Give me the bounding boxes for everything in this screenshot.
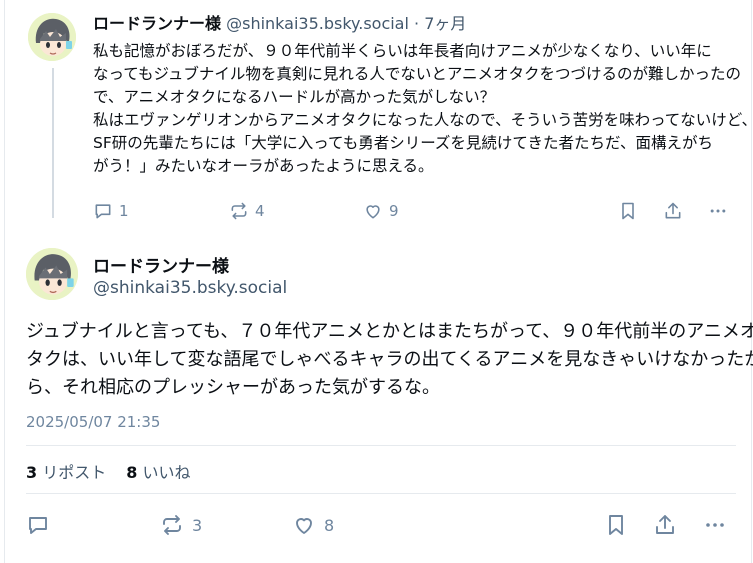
reposts-stat[interactable]: 3 リポスト [26, 459, 106, 483]
post-text-line: ジュブナイルと言っても、７０年代アニメとかとはまたちがって、９０年代前半のアニメ… [26, 321, 753, 342]
share-button[interactable] [663, 201, 683, 221]
avatar-image [26, 248, 78, 300]
likes-label: いいね [142, 463, 191, 482]
reply-icon [29, 517, 47, 534]
post-text-line: 私も記憶がおぼろだが、９０年代前半くらいは年長者向けアニメが少なくなり、いい年に [93, 42, 712, 60]
display-name[interactable]: ロードランナー様 [93, 252, 229, 277]
avatar[interactable] [28, 13, 76, 61]
header-separator: · [408, 14, 425, 33]
left-border [4, 0, 5, 563]
share-icon [656, 515, 674, 534]
reply-icon [95, 204, 111, 219]
like-count: 9 [389, 202, 399, 220]
post-actions: 1 4 9 [93, 201, 399, 221]
post-text-line: SF研の先輩たちには「大学に入っても勇者シリーズを見続けてきた者たちだ、面構えが… [93, 134, 714, 152]
repost-icon [163, 515, 181, 535]
share-icon [665, 202, 681, 219]
repost-count: 4 [255, 202, 265, 220]
reply-button[interactable] [26, 513, 160, 537]
post-text: 私も記憶がおぼろだが、９０年代前半くらいは年長者向けアニメが少なくなり、いい年に… [93, 40, 753, 178]
bookmark-button[interactable] [618, 201, 638, 221]
handle[interactable]: @shinkai35.bsky.social [226, 14, 409, 33]
post-actions: 3 8 [26, 513, 334, 537]
repost-count: 3 [192, 515, 203, 535]
share-button[interactable] [653, 513, 677, 537]
post-text-line: 私はエヴァンゲリオンからアニメオタクになった人なので、そういう苦労を味わってない… [93, 111, 753, 129]
divider [26, 445, 736, 446]
right-border [751, 0, 752, 563]
more-icon [706, 523, 724, 527]
post-text-line: で、アニメオタクになるハードルが高かった気がしない？ [93, 88, 496, 106]
bookmark-icon [622, 202, 634, 220]
heart-icon [296, 518, 312, 534]
post-text: ジュブナイルと言っても、７０年代アニメとかとはまたちがって、９０年代前半のアニメ… [26, 318, 753, 402]
more-button[interactable] [708, 201, 728, 221]
likes-stat[interactable]: 8 いいね [126, 459, 190, 483]
post-stats: 3 リポスト 8 いいね [26, 459, 191, 483]
like-count: 8 [324, 515, 335, 535]
likes-count: 8 [126, 463, 138, 482]
post-text-line: タクは、いい年して変な語尾でしゃべるキャラの出てくるアニメを見なきゃいけなかった… [26, 349, 753, 370]
like-button[interactable]: 9 [363, 201, 399, 221]
post-text-line: ら、それ相応のプレッシャーがあった気がするな。 [26, 377, 440, 398]
more-button[interactable] [703, 513, 727, 537]
post-text-line: がう！」みたいなオーラがあったように思える。 [93, 157, 434, 175]
thread-connector-line [52, 68, 54, 218]
display-name[interactable]: ロードランナー様 [93, 14, 221, 33]
bookmark-button[interactable] [604, 513, 628, 537]
handle[interactable]: @shinkai35.bsky.social [93, 278, 287, 298]
repost-button[interactable]: 4 [229, 201, 363, 221]
divider [26, 493, 736, 494]
more-icon [710, 209, 726, 213]
post-age[interactable]: 7ヶ月 [424, 14, 466, 33]
repost-button[interactable]: 3 [160, 513, 292, 537]
post-header: ロードランナー様 @shinkai35.bsky.social · 7ヶ月 [93, 13, 466, 35]
avatar-image [28, 13, 76, 61]
heart-icon [366, 205, 380, 219]
bookmark-icon [609, 515, 623, 535]
repost-icon [231, 202, 247, 220]
reply-button[interactable]: 1 [93, 201, 229, 221]
reposts-count: 3 [26, 463, 38, 482]
avatar[interactable] [26, 248, 78, 300]
like-button[interactable]: 8 [292, 513, 334, 537]
reposts-label: リポスト [42, 463, 107, 482]
reply-count: 1 [119, 202, 129, 220]
post-timestamp: 2025/05/07 21:35 [26, 413, 161, 431]
post-text-line: なってもジュブナイル物を真剣に見れる人でないとアニメオタクをつづけるのが難しかっ… [93, 65, 742, 83]
